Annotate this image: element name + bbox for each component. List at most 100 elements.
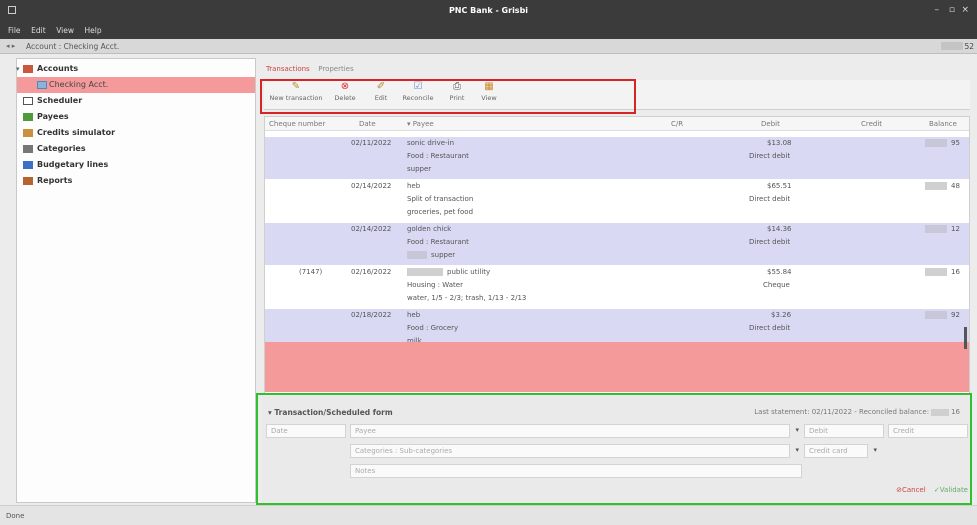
cell-balance: 12 — [951, 225, 960, 233]
cell-payee: sonic drive-in — [407, 139, 455, 147]
sidebar-item-label: Accounts — [37, 64, 79, 73]
cell-method: Cheque — [763, 281, 790, 289]
col-cr[interactable]: C/R — [671, 120, 683, 128]
cell-debit: $14.36 — [767, 225, 792, 233]
cell-category: Food : Grocery — [407, 324, 459, 332]
cell-date: 02/18/2022 — [351, 311, 392, 319]
redacted-area — [925, 182, 947, 190]
nav-arrows-icon[interactable]: ◂ ▸ — [6, 42, 15, 50]
maximize-icon[interactable]: ▫ — [949, 5, 955, 15]
cell-debit: $65.51 — [767, 182, 792, 190]
cell-payee: heb — [407, 182, 421, 190]
redacted-area — [925, 311, 947, 319]
cell-debit: $13.08 — [767, 139, 792, 147]
sidebar-item-label: Checking Acct. — [49, 80, 109, 89]
sidebar-item-reports[interactable]: Reports — [17, 173, 255, 189]
sidebar-item-label: Reports — [37, 176, 73, 185]
accounts-icon — [23, 65, 33, 73]
col-balance[interactable]: Balance — [929, 120, 957, 128]
cell-payee: golden chick — [407, 225, 452, 233]
expander-icon[interactable]: ▾ — [16, 61, 20, 77]
reports-icon — [23, 177, 33, 185]
col-payee[interactable]: ▾ Payee — [407, 120, 434, 128]
cell-category: Food : Restaurant — [407, 152, 469, 160]
sidebar-item-label: Credits simulator — [37, 128, 116, 137]
cell-debit: $55.84 — [767, 268, 792, 276]
redacted-area — [941, 42, 963, 50]
col-date[interactable]: Date — [359, 120, 376, 128]
sidebar-item-label: Categories — [37, 144, 86, 153]
col-cheque[interactable]: Cheque number — [269, 120, 325, 128]
cell-note: supper — [407, 165, 432, 173]
col-payee-label: Payee — [412, 120, 434, 128]
table-row[interactable]: (7147) 02/16/2022 public utility Housing… — [265, 266, 969, 308]
col-debit[interactable]: Debit — [761, 120, 780, 128]
redacted-area — [407, 268, 443, 276]
cell-balance: 92 — [951, 311, 960, 319]
menu-view[interactable]: View — [56, 24, 74, 37]
bank-icon — [37, 81, 47, 89]
cell-date: 02/11/2022 — [351, 139, 392, 147]
cell-method: Direct debit — [749, 195, 791, 203]
tab-properties[interactable]: Properties — [318, 65, 353, 73]
redacted-area — [925, 225, 947, 233]
cell-cheque: (7147) — [299, 268, 323, 276]
menu-edit[interactable]: Edit — [31, 24, 46, 37]
cell-method: Direct debit — [749, 324, 791, 332]
sidebar-item-accounts[interactable]: ▾ Accounts — [16, 61, 255, 77]
menu-help[interactable]: Help — [85, 24, 102, 37]
cell-balance: 16 — [951, 268, 960, 276]
col-credit[interactable]: Credit — [861, 120, 882, 128]
table-row[interactable]: 02/14/2022 golden chick Food : Restauran… — [265, 223, 969, 265]
sidebar-item-categories[interactable]: Categories — [17, 141, 255, 157]
menu-file[interactable]: File — [8, 24, 21, 37]
cell-note: water, 1/5 - 2/3; trash, 1/13 - 2/13 — [407, 294, 527, 302]
cell-balance: 48 — [951, 182, 960, 190]
breadcrumb-path: Account : Checking Acct. — [26, 42, 120, 51]
scrollbar[interactable] — [964, 327, 967, 349]
breadcrumb-count: 52 — [964, 42, 974, 51]
payees-icon — [23, 113, 33, 121]
table-row[interactable]: 02/11/2022 sonic drive-in Food : Restaur… — [265, 137, 969, 179]
budget-icon — [23, 161, 33, 169]
breadcrumb: ◂ ▸ Account : Checking Acct. 52 — [0, 39, 977, 54]
cell-note: groceries, pet food — [407, 208, 474, 216]
tab-transactions[interactable]: Transactions — [266, 65, 310, 73]
redacted-area — [925, 139, 947, 147]
form-highlight-box — [256, 393, 972, 505]
sidebar-item-scheduler[interactable]: Scheduler — [17, 93, 255, 109]
tab-bar: Transactions Properties — [266, 64, 360, 76]
menu-bar: File Edit View Help — [0, 24, 977, 39]
status-bar: Done — [0, 505, 977, 525]
cell-debit: $3.26 — [771, 311, 792, 319]
cell-method: Direct debit — [749, 152, 791, 160]
cell-method: Direct debit — [749, 238, 791, 246]
main-content: Transactions Properties ✎ New transactio… — [256, 58, 972, 505]
transactions-table: Cheque number Date ▾ Payee C/R Debit Cre… — [264, 116, 970, 394]
credits-icon — [23, 129, 33, 137]
close-icon[interactable]: × — [961, 5, 969, 15]
cell-balance: 95 — [951, 139, 960, 147]
grisbi-window: PNC Bank - Grisbi – ▫ × File Edit View H… — [0, 0, 977, 525]
status-text: Done — [6, 512, 25, 520]
categories-icon — [23, 145, 33, 153]
sidebar-item-budgetary[interactable]: Budgetary lines — [17, 157, 255, 173]
cell-date: 02/14/2022 — [351, 225, 392, 233]
sidebar-item-checking[interactable]: Checking Acct. — [17, 77, 255, 93]
sidebar-item-label: Payees — [37, 112, 69, 121]
cell-category: Food : Restaurant — [407, 238, 469, 246]
sidebar-item-payees[interactable]: Payees — [17, 109, 255, 125]
cell-date: 02/16/2022 — [351, 268, 392, 276]
new-transaction-row[interactable] — [265, 342, 969, 392]
calendar-icon — [23, 97, 33, 105]
cell-date: 02/14/2022 — [351, 182, 392, 190]
minimize-icon[interactable]: – — [935, 5, 940, 15]
title-bar: PNC Bank - Grisbi – ▫ × — [0, 0, 977, 24]
table-header: Cheque number Date ▾ Payee C/R Debit Cre… — [265, 117, 969, 131]
redacted-area — [925, 268, 947, 276]
cell-category: Housing : Water — [407, 281, 463, 289]
table-row[interactable]: 02/14/2022 heb Split of transaction groc… — [265, 180, 969, 222]
sidebar-item-label: Scheduler — [37, 96, 83, 105]
cell-note: supper — [431, 251, 456, 259]
sidebar-item-credits[interactable]: Credits simulator — [17, 125, 255, 141]
